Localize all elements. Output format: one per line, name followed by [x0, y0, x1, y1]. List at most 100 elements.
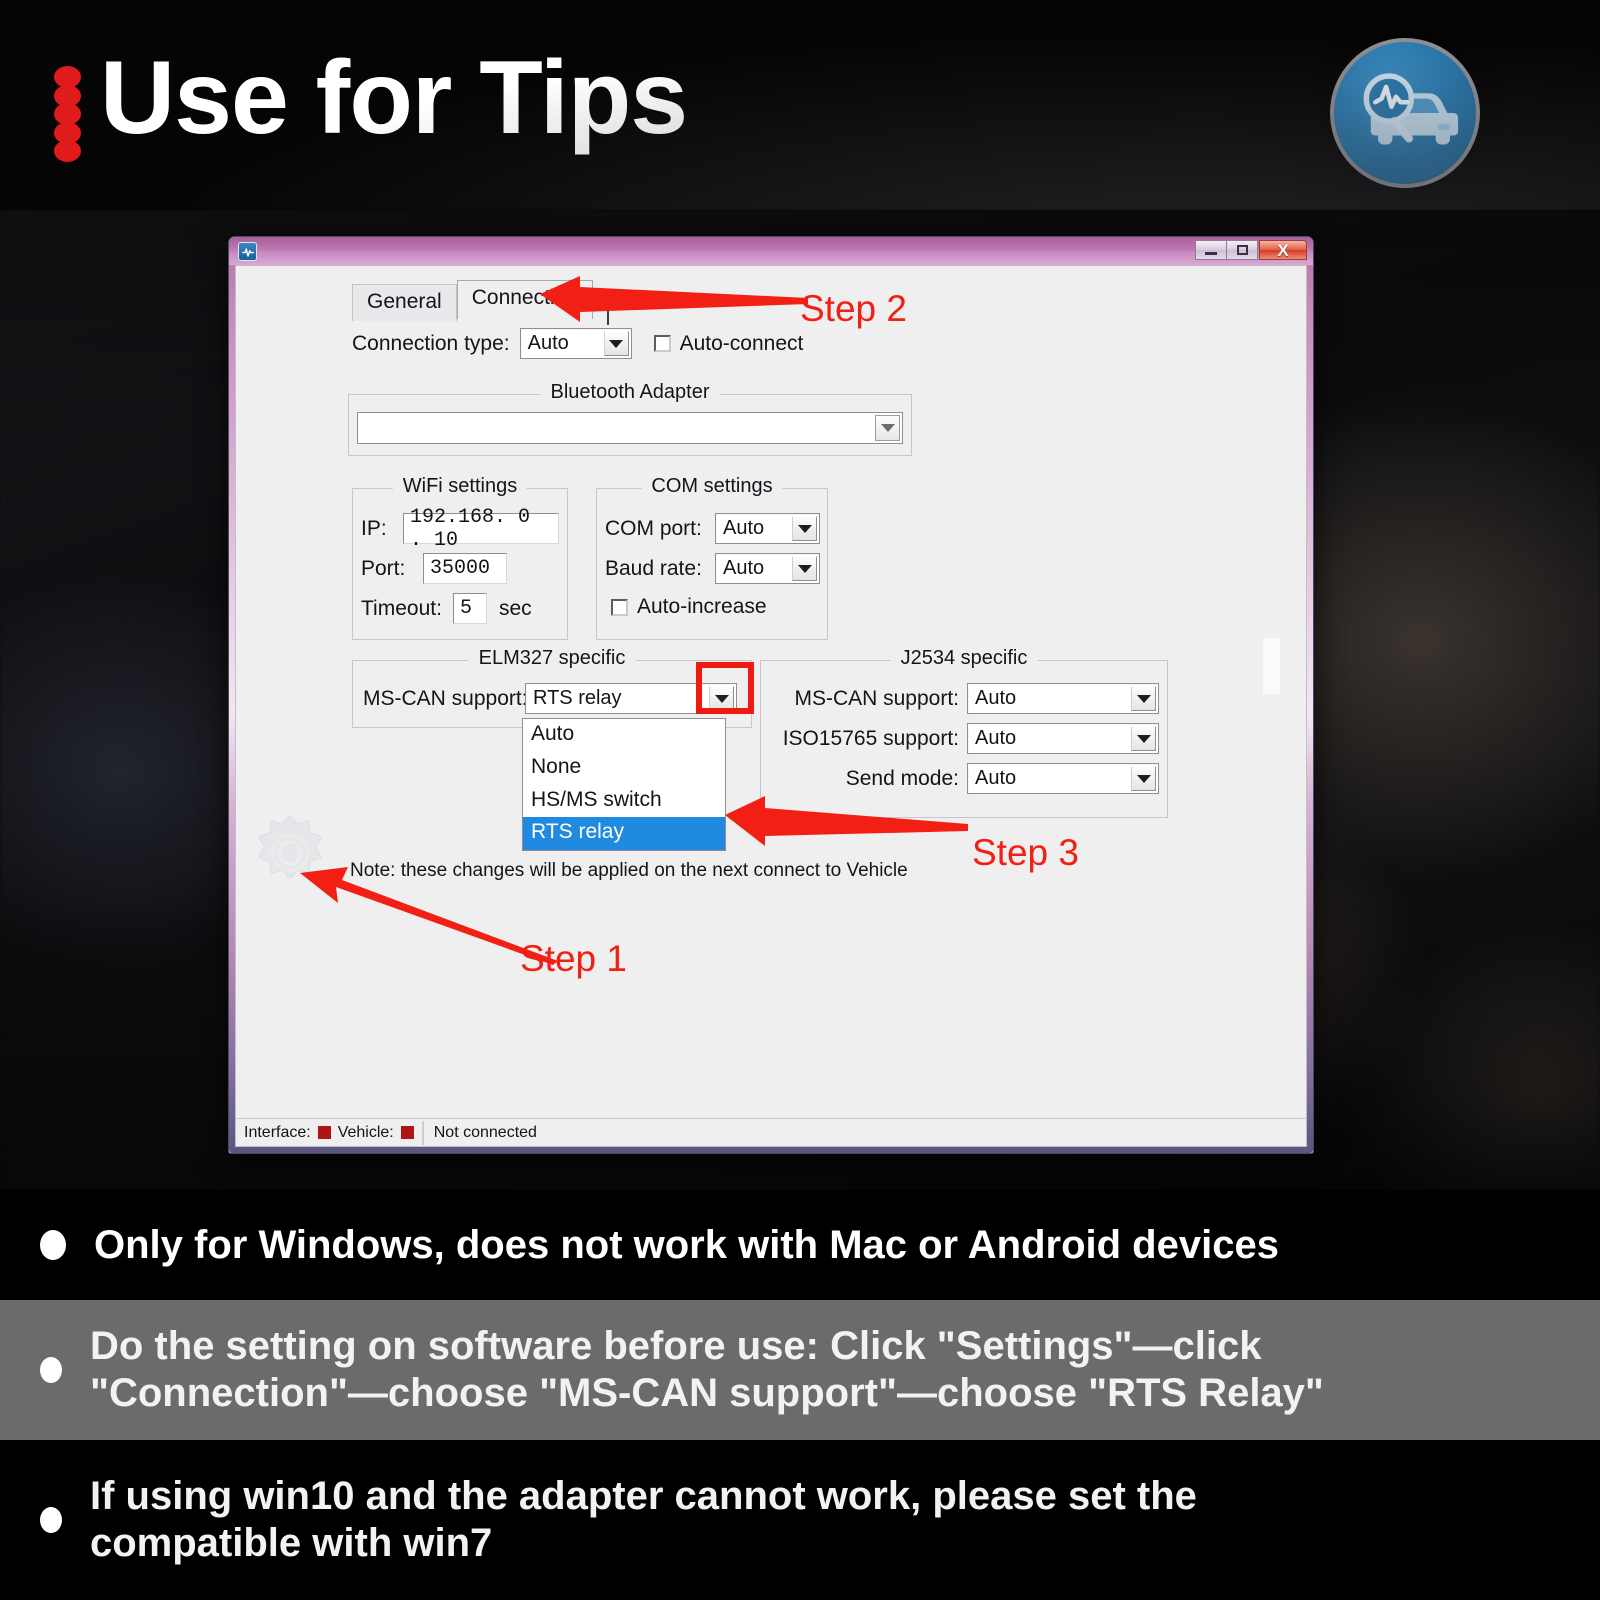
j2534-iso-select[interactable]: Auto [967, 723, 1159, 754]
wifi-timeout-unit: sec [499, 596, 532, 620]
com-port-value: Auto [723, 517, 765, 539]
highlight-box-dropdown-arrow [696, 662, 754, 714]
j2534-iso-value: Auto [975, 727, 1017, 749]
checkbox-box [611, 598, 628, 616]
wifi-ip-row: IP: 192.168. 0 . 10 [361, 506, 559, 552]
auto-increase-checkbox[interactable]: Auto-increase [611, 595, 767, 619]
tab-connection[interactable]: Connection [456, 280, 593, 319]
bullet-section-2: Do the setting on software before use: C… [0, 1300, 1600, 1440]
wifi-port-input[interactable]: 35000 [423, 553, 507, 584]
baud-rate-label: Baud rate: [605, 556, 702, 580]
com-port-label: COM port: [605, 516, 702, 540]
j2534-title: J2534 specific [890, 647, 1038, 670]
bullet-section-3: If using win10 and the adapter cannot wo… [0, 1440, 1600, 1600]
j2534-group: J2534 specific MS-CAN support: Auto ISO1… [760, 647, 1168, 818]
j2534-iso-row: ISO15765 support: Auto [775, 723, 1159, 754]
scroll-indicator [1263, 638, 1280, 694]
dropdown-option-auto[interactable]: Auto [523, 719, 725, 752]
baud-rate-select[interactable]: Auto [715, 553, 820, 584]
connection-type-label: Connection type: [352, 331, 510, 355]
window-controls: X [1195, 240, 1307, 260]
status-interface-label: Interface: [244, 1123, 311, 1141]
wifi-settings-group: WiFi settings IP: 192.168. 0 . 10 Port: … [352, 475, 568, 640]
close-button[interactable]: X [1259, 240, 1307, 260]
wifi-timeout-input[interactable]: 5 [453, 593, 487, 624]
close-icon: X [1277, 240, 1289, 260]
chevron-down-icon[interactable] [792, 516, 817, 541]
bluetooth-adapter-select[interactable] [357, 412, 903, 444]
bullet-row: Only for Windows, does not work with Mac… [0, 1190, 1600, 1300]
chevron-down-icon[interactable] [1131, 766, 1156, 791]
baud-rate-value: Auto [723, 557, 765, 579]
tab-strip: General Connection [352, 280, 609, 325]
tab-connection-label: Connection [471, 286, 578, 309]
auto-connect-checkbox[interactable]: Auto-connect [653, 331, 814, 356]
com-settings-title: COM settings [641, 475, 783, 498]
wifi-port-value: 35000 [430, 557, 491, 580]
status-interface-led [317, 1126, 331, 1139]
wifi-timeout-value: 5 [460, 597, 473, 620]
com-settings-group: COM settings COM port: Auto Baud rate: A… [596, 475, 828, 640]
wifi-ip-value: 192.168. 0 . 10 [410, 505, 531, 552]
status-message: Not connected [422, 1120, 1306, 1145]
settings-dialog-window: X General Connection Connection type: Au… [228, 236, 1314, 1154]
dropdown-option-none[interactable]: None [523, 752, 725, 785]
connection-type-value: Auto [527, 332, 569, 354]
step1-label: Step 1 [520, 938, 627, 979]
chevron-down-icon[interactable] [875, 415, 900, 441]
minimize-button[interactable] [1195, 240, 1227, 260]
wifi-timeout-label: Timeout: [361, 596, 442, 620]
wifi-timeout-row: Timeout: 5 sec [361, 593, 532, 624]
chevron-down-icon[interactable] [792, 556, 817, 581]
scan-tool-icon [238, 242, 257, 261]
elm327-mscan-dropdown-list[interactable]: Auto None HS/MS switch RTS relay [522, 718, 726, 852]
status-vehicle-label: Vehicle: [337, 1123, 394, 1141]
chevron-down-icon[interactable] [603, 331, 629, 356]
page-header: Use for Tips [0, 0, 1600, 210]
status-vehicle-led [400, 1126, 414, 1139]
checkbox-box [653, 335, 671, 352]
bullet-text-2: Do the setting on software before use: C… [90, 1324, 1324, 1415]
status-interface: Interface: Vehicle: [236, 1120, 423, 1145]
wifi-settings-title: WiFi settings [392, 475, 528, 498]
bullet-row: Do the setting on software before use: C… [0, 1300, 1600, 1440]
connection-type-select[interactable]: Auto [519, 328, 632, 359]
auto-connect-label: Auto-connect [679, 331, 804, 355]
com-port-row: COM port: Auto [605, 513, 820, 544]
step2-label: Step 2 [800, 288, 907, 329]
chevron-down-icon[interactable] [1131, 686, 1156, 711]
maximize-button[interactable] [1226, 240, 1258, 260]
j2534-mscan-label: MS-CAN support: [794, 686, 959, 710]
dialog-client-area: General Connection Connection type: Auto… [235, 265, 1307, 1147]
bullet-text-1: Only for Windows, does not work with Mac… [94, 1222, 1279, 1267]
status-bar: Interface: Vehicle: Not connected [236, 1118, 1306, 1146]
note-text: Note: these changes will be applied on t… [350, 860, 908, 881]
bluetooth-adapter-title: Bluetooth Adapter [540, 381, 720, 404]
j2534-mscan-select[interactable]: Auto [967, 683, 1159, 714]
bullet-text-3: If using win10 and the adapter cannot wo… [90, 1474, 1197, 1565]
j2534-iso-label: ISO15765 support: [782, 726, 959, 750]
wifi-ip-input[interactable]: 192.168. 0 . 10 [403, 506, 559, 552]
wifi-port-row: Port: 35000 [361, 553, 507, 584]
bluetooth-adapter-group: Bluetooth Adapter [348, 381, 912, 456]
connection-type-row: Connection type: Auto Auto-connect [352, 328, 813, 359]
window-titlebar[interactable]: X [229, 237, 1313, 265]
bullet-dot-icon [40, 1230, 66, 1260]
wifi-ip-label: IP: [361, 516, 387, 540]
text-caret [606, 299, 609, 325]
bullet-row: If using win10 and the adapter cannot wo… [0, 1440, 1600, 1600]
bullet-dot-icon [40, 1507, 62, 1533]
gear-icon [248, 811, 332, 895]
page-title: Use for Tips [100, 40, 688, 156]
j2534-mscan-row: MS-CAN support: Auto [775, 683, 1159, 714]
chevron-down-icon[interactable] [1131, 726, 1156, 751]
dropdown-option-rts-relay[interactable]: RTS relay [523, 817, 725, 851]
j2534-sendmode-select[interactable]: Auto [967, 763, 1159, 794]
com-port-select[interactable]: Auto [715, 513, 820, 544]
j2534-sendmode-label: Send mode: [845, 766, 959, 790]
baud-rate-row: Baud rate: Auto [605, 553, 820, 584]
tab-general[interactable]: General [352, 284, 457, 321]
dropdown-option-hsms-switch[interactable]: HS/MS switch [523, 785, 725, 818]
auto-increase-label: Auto-increase [637, 595, 767, 618]
wifi-port-label: Port: [361, 556, 406, 580]
